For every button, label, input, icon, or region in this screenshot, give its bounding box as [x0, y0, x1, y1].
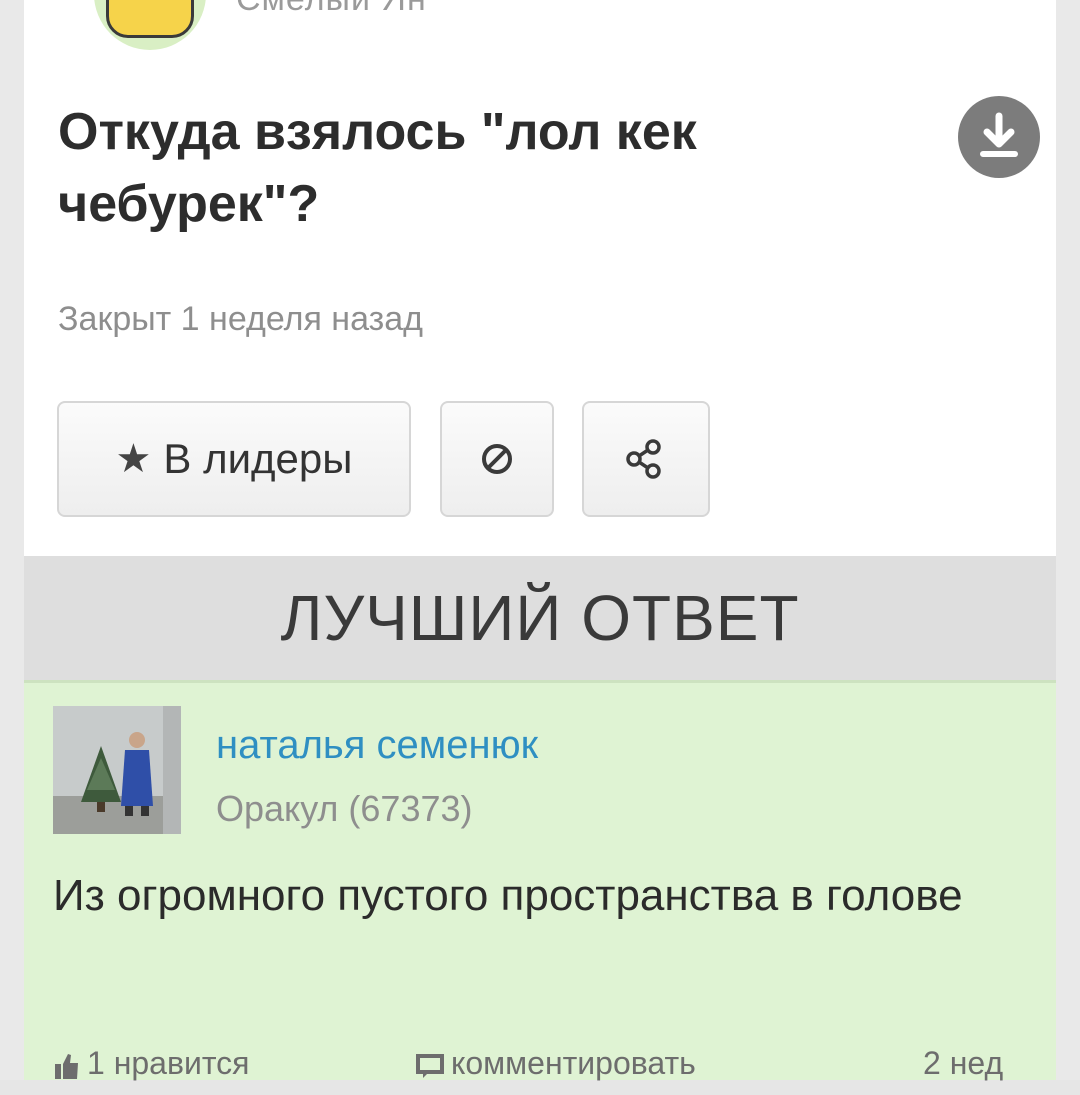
comment-button[interactable]: комментировать	[415, 1045, 696, 1082]
comment-icon	[416, 1053, 444, 1078]
best-answer-card: наталья семенюк Оракул (67373) Из огромн…	[24, 680, 1056, 1081]
page-edge-right	[1056, 0, 1080, 1080]
smiley-mouth	[131, 0, 171, 4]
answerer-name[interactable]: наталья семенюк	[216, 723, 538, 768]
smiley-avatar-icon	[106, 0, 194, 38]
like-count-label: 1 нравится	[87, 1045, 250, 1081]
page-edge-left	[0, 0, 24, 1080]
star-icon: ★	[115, 437, 152, 481]
question-title: Откуда взялось "лол кек чебурек"?	[58, 103, 697, 233]
leaders-button-label: В лидеры	[163, 435, 353, 482]
answerer-photo	[53, 706, 181, 834]
question-card: Смелый Ян Откуда взялось "лол кек чебуре…	[24, 0, 1056, 556]
answer-text: Из огромного пустого пространства в голо…	[53, 871, 963, 920]
answerer-avatar[interactable]	[53, 706, 181, 834]
thumbs-up-icon	[55, 1053, 78, 1079]
question-author-name[interactable]: Смелый Ян	[236, 0, 427, 19]
share-icon	[626, 439, 661, 479]
answer-time: 2 нед	[923, 1045, 1004, 1081]
answer-footer: 1 нравится комментировать 2 нед	[53, 1045, 1023, 1095]
like-button[interactable]: 1 нравится	[53, 1045, 249, 1082]
author-avatar[interactable]	[94, 0, 206, 50]
comment-label: комментировать	[451, 1045, 696, 1081]
answerer-rank: Оракул (67373)	[216, 788, 473, 829]
download-arrow-icon	[980, 112, 1018, 157]
share-button[interactable]	[582, 401, 710, 517]
question-status: Закрыт 1 неделя назад	[58, 300, 423, 338]
download-icon[interactable]	[958, 96, 1040, 178]
report-button[interactable]	[440, 401, 554, 517]
best-answer-header: ЛУЧШИЙ ОТВЕТ	[24, 556, 1056, 680]
add-to-leaders-button[interactable]: ★ В лидеры	[57, 401, 411, 517]
block-icon	[482, 444, 512, 474]
